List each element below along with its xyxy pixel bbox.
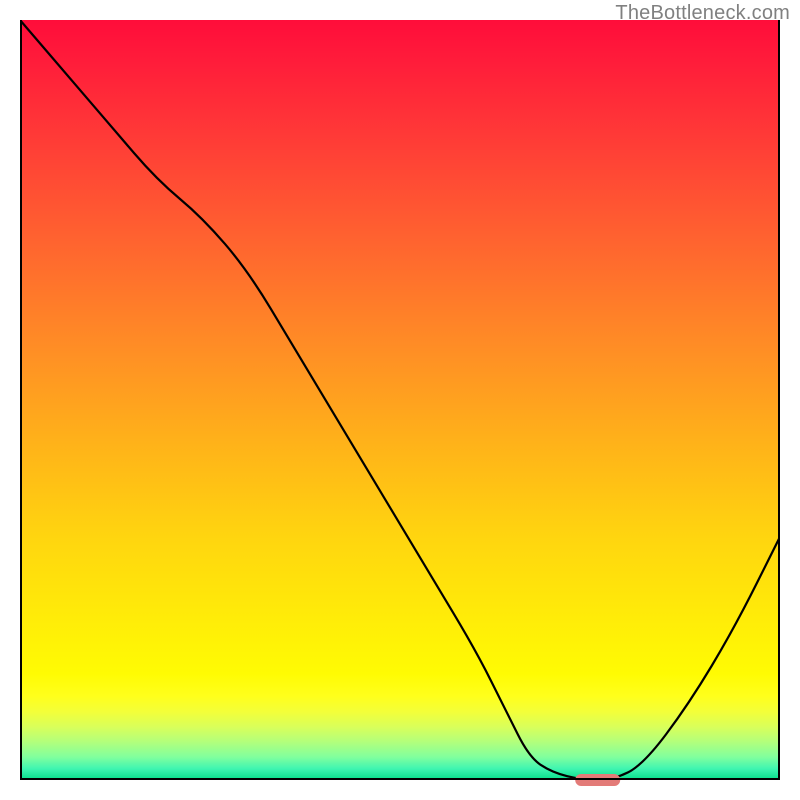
curve-svg [20, 20, 780, 780]
axis-left [20, 20, 22, 780]
bottleneck-curve-path [20, 20, 780, 780]
optimum-marker [575, 774, 621, 786]
axis-right [778, 20, 780, 780]
plot-area [20, 20, 780, 780]
chart-container: TheBottleneck.com [0, 0, 800, 800]
axis-bottom [20, 778, 780, 780]
